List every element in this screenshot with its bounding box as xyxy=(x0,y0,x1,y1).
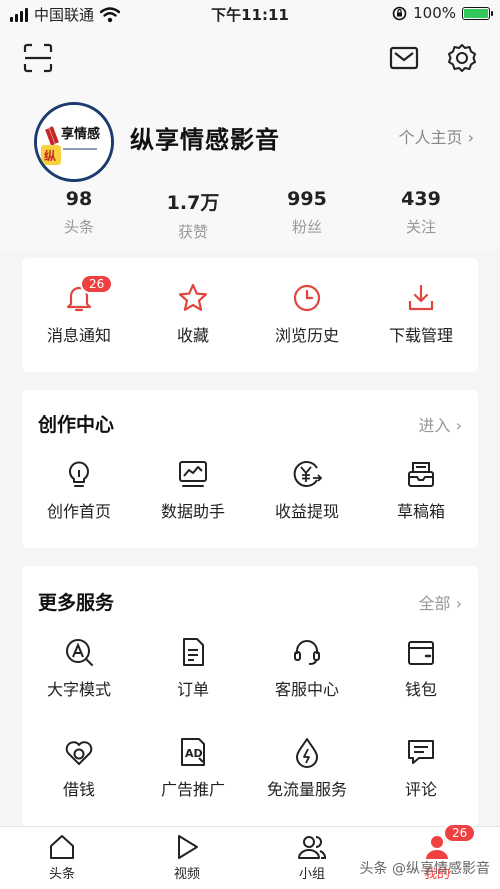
service-ad-promotion[interactable]: AD 广告推广 xyxy=(136,736,250,800)
creation-center-title: 创作中心 xyxy=(38,414,115,436)
stat-articles[interactable]: 98 头条 xyxy=(22,188,136,242)
creation-data-assistant[interactable]: 数据助手 xyxy=(136,458,250,522)
star-icon xyxy=(178,283,208,311)
yen-icon xyxy=(293,461,323,487)
svg-text:纵: 纵 xyxy=(44,148,56,163)
quick-action-notifications[interactable]: 消息通知 26 xyxy=(22,274,136,346)
scan-icon[interactable] xyxy=(22,42,54,74)
battery-level-fill xyxy=(464,8,488,18)
quick-action-downloads[interactable]: 下载管理 xyxy=(364,282,478,346)
stat-value: 995 xyxy=(287,188,327,210)
creation-label: 数据助手 xyxy=(160,502,225,521)
drafts-icon xyxy=(408,462,434,487)
tab-label: 小组 xyxy=(298,867,325,882)
profile-row[interactable]: 享情感 纵 纵享情感影音 个人主页 › xyxy=(34,102,480,182)
service-label: 客服中心 xyxy=(274,680,339,699)
quick-actions-card: 消息通知 26 收藏 浏览历史 下载管理 xyxy=(22,258,478,372)
service-label: 大字模式 xyxy=(46,680,111,699)
tab-label: 视频 xyxy=(173,867,200,882)
service-label: 免流量服务 xyxy=(266,780,347,799)
stat-label: 粉丝 xyxy=(291,218,322,236)
creation-earnings[interactable]: 收益提现 xyxy=(250,458,364,522)
stat-following[interactable]: 439 关注 xyxy=(364,188,478,242)
profile-header: 享情感 纵 纵享情感影音 个人主页 › 98 头条 1.7万 获赞 995 粉丝… xyxy=(0,28,500,250)
avatar-logo-image: 享情感 纵 xyxy=(37,105,111,179)
quick-action-label: 消息通知 xyxy=(46,326,111,345)
stat-value: 98 xyxy=(65,188,93,210)
creation-home[interactable]: 创作首页 xyxy=(22,458,136,522)
service-loan[interactable]: 借钱 xyxy=(22,736,136,800)
quick-action-label: 下载管理 xyxy=(388,326,453,345)
stat-likes[interactable]: 1.7万 获赞 xyxy=(136,188,250,242)
service-orders[interactable]: 订单 xyxy=(136,636,250,700)
tab-video[interactable]: 视频 xyxy=(137,833,237,882)
service-free-data[interactable]: 免流量服务 xyxy=(250,736,364,800)
creation-label: 收益提现 xyxy=(274,502,339,521)
mail-icon[interactable] xyxy=(388,42,420,74)
service-comments[interactable]: 评论 xyxy=(364,736,478,800)
service-label: 评论 xyxy=(404,780,437,799)
service-wallet[interactable]: 钱包 xyxy=(364,636,478,700)
font-size-icon xyxy=(66,639,93,666)
loan-icon xyxy=(65,741,93,765)
data-drop-icon xyxy=(296,738,318,768)
creation-center-card: 创作中心 进入 › 创作首页 数据助手 收益提现 草稿箱 xyxy=(22,390,478,548)
ad-icon: AD xyxy=(181,738,205,766)
more-services-card: 更多服务 全部 › 大字模式 订单 客服中心 钱包 借钱 AD 广告推广 免流量… xyxy=(22,566,478,828)
orientation-lock-icon xyxy=(392,6,407,20)
status-bar: 中国联通 下午11:11 100% xyxy=(0,0,500,28)
settings-gear-icon[interactable] xyxy=(446,42,478,74)
play-icon xyxy=(178,835,198,859)
lightbulb-icon xyxy=(69,461,89,487)
more-services-all-link[interactable]: 全部 › xyxy=(419,590,463,614)
clock-icon xyxy=(293,284,321,312)
homepage-link[interactable]: 个人主页 › xyxy=(399,124,475,148)
stats-row: 98 头条 1.7万 获赞 995 粉丝 439 关注 xyxy=(0,188,500,242)
order-icon xyxy=(183,638,204,666)
quick-action-favorites[interactable]: 收藏 xyxy=(136,282,250,346)
quick-action-label: 浏览历史 xyxy=(274,326,339,345)
profile-tab-badge: 26 xyxy=(443,823,477,843)
stat-label: 获赞 xyxy=(177,223,208,241)
service-label: 广告推广 xyxy=(160,780,225,799)
watermark: 头条 @纵享情感影音 xyxy=(359,861,490,877)
quick-action-history[interactable]: 浏览历史 xyxy=(250,282,364,346)
chart-monitor-icon xyxy=(179,461,207,487)
creation-label: 创作首页 xyxy=(46,502,111,521)
wallet-icon xyxy=(408,641,434,665)
stat-label: 头条 xyxy=(63,218,94,236)
status-right: 100% xyxy=(392,4,493,22)
download-icon xyxy=(408,284,434,311)
tab-headlines[interactable]: 头条 xyxy=(12,833,112,882)
stat-followers[interactable]: 995 粉丝 xyxy=(250,188,364,242)
comment-icon xyxy=(408,740,434,764)
avatar[interactable]: 享情感 纵 xyxy=(34,102,114,182)
service-label: 借钱 xyxy=(62,780,95,799)
battery-percent: 100% xyxy=(413,4,456,22)
quick-action-label: 收藏 xyxy=(176,326,209,345)
stat-value: 439 xyxy=(401,188,441,210)
stat-label: 关注 xyxy=(405,218,436,236)
service-customer-support[interactable]: 客服中心 xyxy=(250,636,364,700)
tab-groups[interactable]: 小组 xyxy=(262,833,362,882)
creation-center-enter-link[interactable]: 进入 › xyxy=(419,412,463,436)
tab-label: 头条 xyxy=(48,867,75,882)
creation-label: 草稿箱 xyxy=(396,502,445,521)
notification-badge: 26 xyxy=(80,274,114,294)
more-services-title: 更多服务 xyxy=(38,592,115,614)
service-label: 订单 xyxy=(176,680,209,699)
creation-drafts[interactable]: 草稿箱 xyxy=(364,458,478,522)
battery-icon xyxy=(462,6,493,20)
stat-value: 1.7万 xyxy=(166,192,220,214)
svg-text:享情感: 享情感 xyxy=(61,126,100,142)
group-icon xyxy=(298,836,326,859)
headset-icon xyxy=(294,640,320,665)
username: 纵享情感影音 xyxy=(130,126,280,154)
service-label: 钱包 xyxy=(404,680,437,699)
home-icon xyxy=(50,835,74,859)
service-large-font[interactable]: 大字模式 xyxy=(22,636,136,700)
